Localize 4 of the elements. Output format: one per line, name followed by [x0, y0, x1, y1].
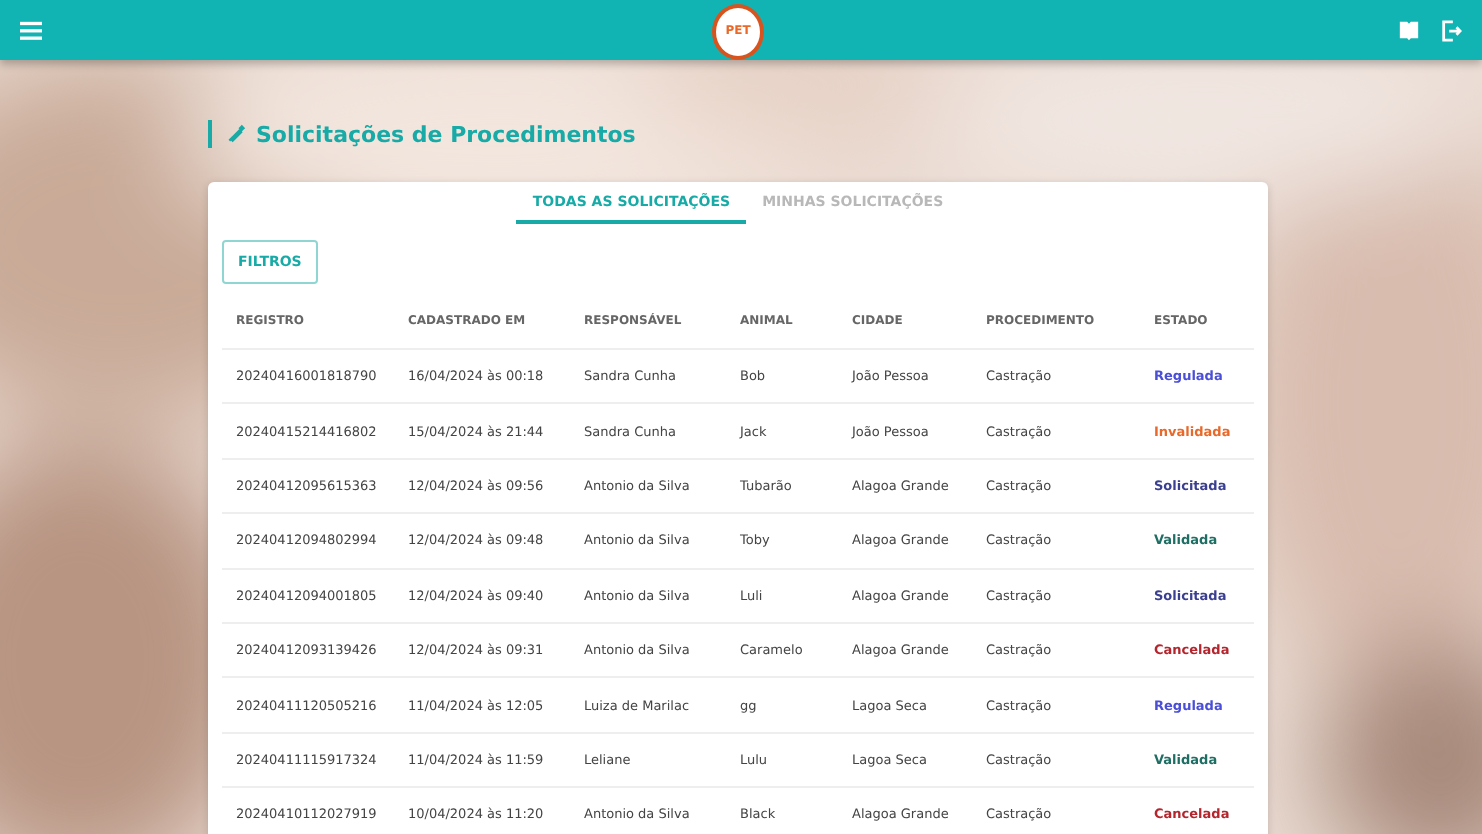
logout-icon[interactable] [1440, 19, 1462, 41]
menu-icon[interactable] [20, 19, 42, 41]
page-title: Solicitações de Procedimentos [256, 121, 636, 147]
book-icon[interactable] [1398, 19, 1420, 41]
